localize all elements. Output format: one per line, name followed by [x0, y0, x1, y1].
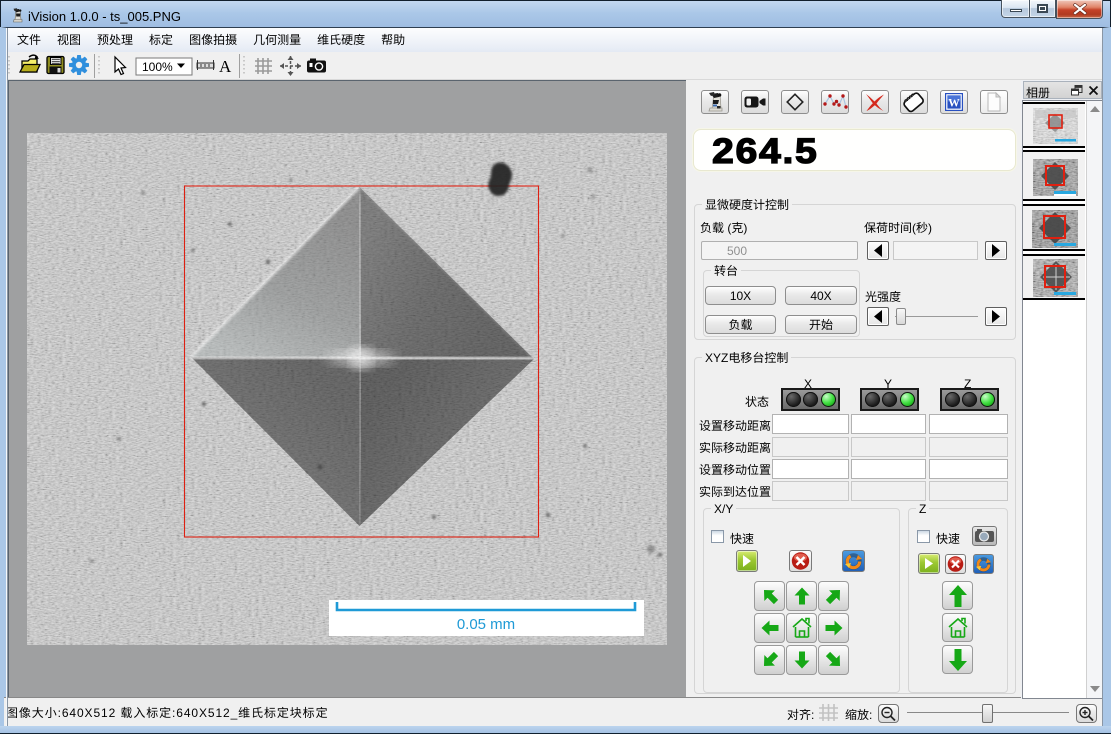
svg-text:100%: 100%: [142, 60, 173, 74]
svg-text:W: W: [948, 98, 960, 110]
svg-text:A: A: [219, 57, 232, 76]
svg-text:0.05 mm: 0.05 mm: [457, 616, 515, 633]
